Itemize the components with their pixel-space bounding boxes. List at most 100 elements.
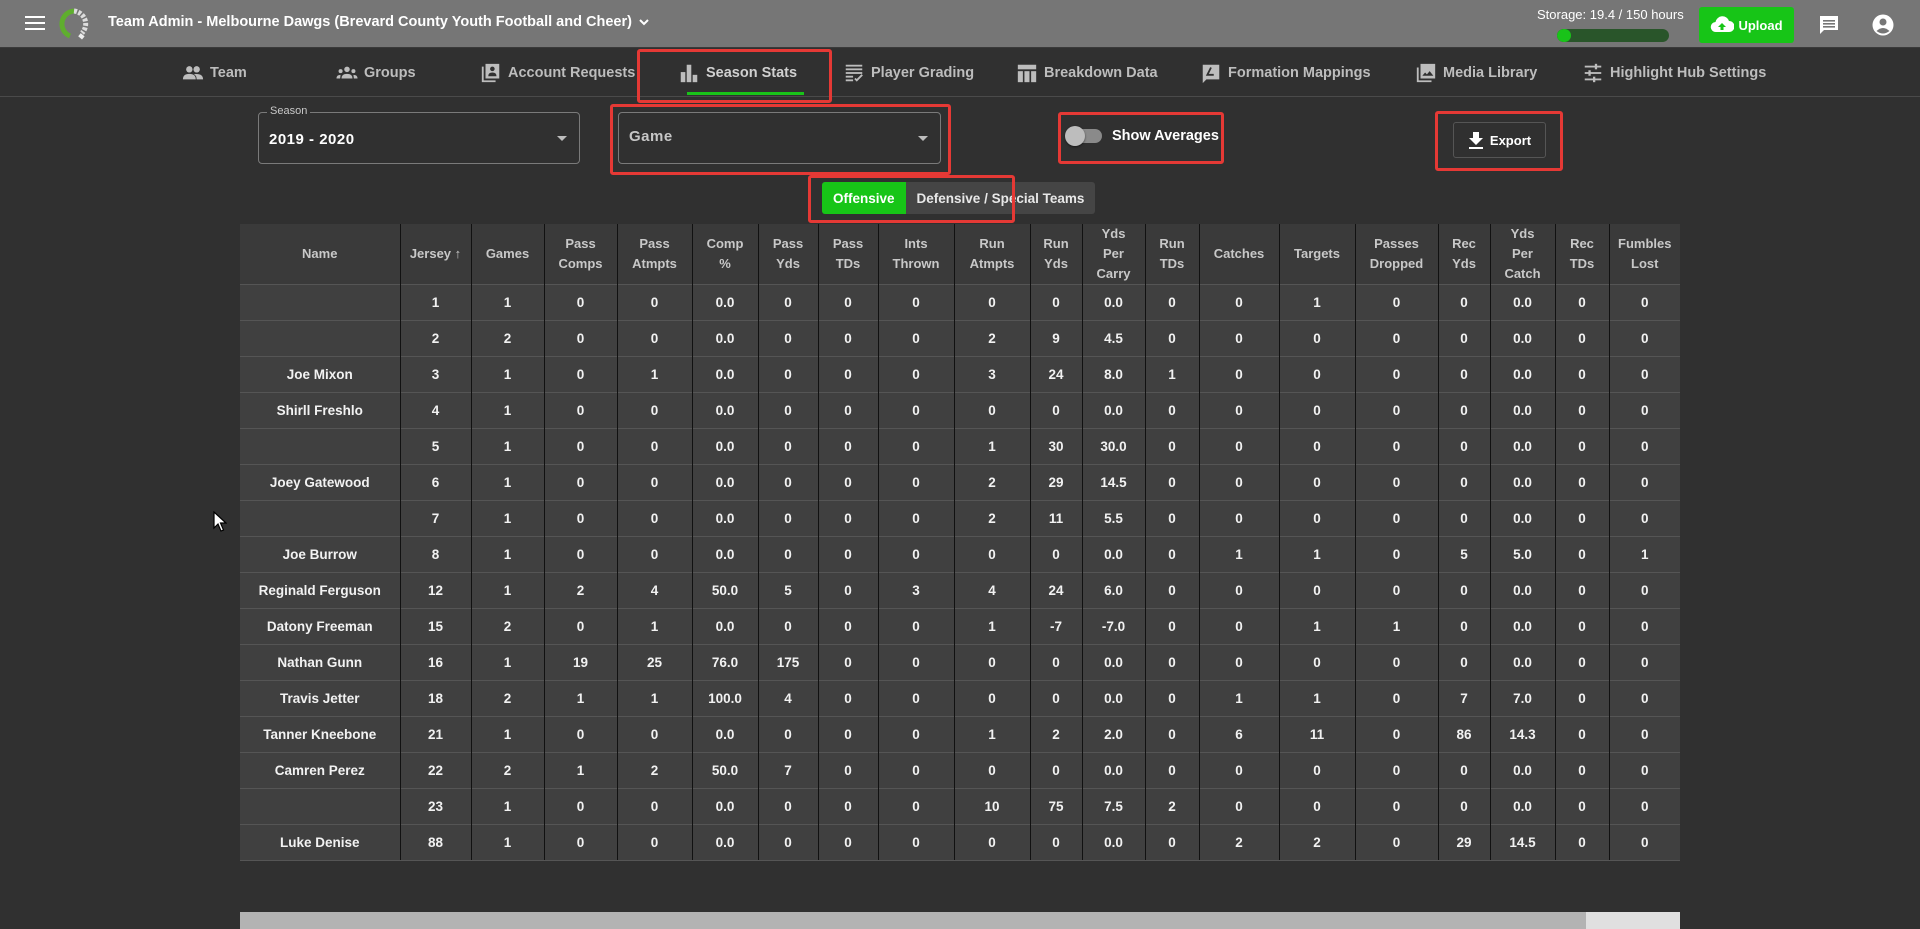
stat-cell: 4 <box>617 572 693 609</box>
table-row[interactable]: Luke Denise 88 1 0 0 0.0 0 0 0 0 0 0.0 0 2 2 0 29 14.5 0 0 <box>240 824 1680 861</box>
column-header[interactable]: Name <box>240 224 401 285</box>
menu-icon[interactable] <box>25 16 45 32</box>
stat-cell: 88 <box>400 824 472 861</box>
stat-cell: 19 <box>544 644 618 681</box>
table-row[interactable]: Joey Gatewood 6 1 0 0 0.0 0 0 0 2 29 14.5 0 0 0 0 0 0.0 0 0 <box>240 464 1680 501</box>
stat-cell: 0 <box>1145 644 1200 681</box>
chat-icon[interactable] <box>1817 13 1841 37</box>
segment-offensive[interactable]: Offensive <box>822 182 906 214</box>
column-header[interactable]: Run TDs <box>1145 224 1200 285</box>
table-row[interactable]: 1 1 0 0 0.0 0 0 0 0 0 0.0 0 0 1 0 0 0.0 0 0 <box>240 284 1680 321</box>
table-row[interactable]: Reginald Ferguson 12 1 2 4 50.0 5 0 3 4 24 6.0 0 0 0 0 0… <box>240 572 1680 609</box>
column-header[interactable]: Run Yds <box>1030 224 1083 285</box>
stat-cell: 0 <box>1609 392 1680 429</box>
contact-page-icon <box>481 63 500 83</box>
column-header[interactable]: Fumbles Lost <box>1609 224 1680 285</box>
toggle-switch[interactable] <box>1065 126 1102 146</box>
table-row[interactable]: Shirll Freshlo 4 1 0 0 0.0 0 0 0 0 0 0.0 0 0 0 0 0 0.0 0 0 <box>240 392 1680 429</box>
column-header[interactable]: Games <box>471 224 545 285</box>
tab-groups[interactable]: Groups <box>336 49 416 97</box>
column-header[interactable]: Rec TDs <box>1555 224 1610 285</box>
table-row[interactable]: Camren Perez 22 2 1 2 50.0 7 0 0 0 0 0.0 0 0 0 0 0 0.0 0 0 <box>240 752 1680 789</box>
team-selector[interactable]: Team Admin - Melbourne Dawgs (Brevard Co… <box>108 14 650 30</box>
show-averages-label: Show Averages <box>1112 128 1219 144</box>
table-row[interactable]: Datony Freeman 15 2 0 1 0.0 0 0 0 1 -7 -7.0 0 0 1 1 0 0.0… <box>240 608 1680 645</box>
segment-defensive-special-teams[interactable]: Defensive / Special Teams <box>906 182 1096 214</box>
column-header-label: Dropped <box>1369 256 1424 271</box>
player-name-cell: Reginald Ferguson <box>240 572 401 609</box>
game-select[interactable]: Game <box>618 112 941 164</box>
horizontal-scrollbar[interactable] <box>240 912 1680 929</box>
table-row[interactable]: 2 2 0 0 0.0 0 0 0 2 9 4.5 0 0 0 0 0 0.0 0 0 <box>240 320 1680 357</box>
tab-highlight-hub-settings[interactable]: Highlight Hub Settings <box>1582 49 1766 97</box>
cloud-upload-icon <box>1711 16 1735 33</box>
column-header[interactable]: Rec Yds <box>1438 224 1491 285</box>
tab-formation-mappings[interactable]: Formation Mappings <box>1200 49 1371 97</box>
storage-label: Storage: 19.4 / 150 hours <box>1537 7 1684 22</box>
stat-cell: 0 <box>1279 320 1356 357</box>
export-button[interactable]: Export <box>1453 122 1546 158</box>
table-row[interactable]: Travis Jetter 18 2 1 1 100.0 4 0 0 0 0 0.0 0 1 1 0 7 7.0 0… <box>240 680 1680 717</box>
stat-cell: 0.0 <box>1082 824 1146 861</box>
column-header[interactable]: Yds Per Catch <box>1490 224 1556 285</box>
column-header[interactable]: Pass Atmpts <box>617 224 693 285</box>
app-logo[interactable] <box>58 8 90 40</box>
stat-cell: 0 <box>1145 680 1200 717</box>
stat-cell: 1 <box>1199 536 1280 573</box>
stat-cell: 0 <box>1555 536 1610 573</box>
stat-cell: 0 <box>878 464 955 501</box>
stat-cell: 0 <box>1030 392 1083 429</box>
stat-cell: 0 <box>878 752 955 789</box>
game-select-placeholder: Game <box>629 128 673 145</box>
stat-cell: 0 <box>1609 500 1680 537</box>
table-row[interactable]: 23 1 0 0 0.0 0 0 0 10 75 7.5 2 0 0 0 0 0.0 0 0 <box>240 788 1680 825</box>
table-row[interactable]: 7 1 0 0 0.0 0 0 0 2 11 5.5 0 0 0 0 0 0.0 0 0 <box>240 500 1680 537</box>
column-header[interactable]: Pass Yds <box>758 224 819 285</box>
column-header-label: Pass <box>565 236 596 251</box>
table-row[interactable]: Nathan Gunn 16 1 19 25 76.0 175 0 0 0 0 0.0 0 0 0 0 0 0.0… <box>240 644 1680 681</box>
tab-breakdown-data[interactable]: Breakdown Data <box>1016 49 1158 97</box>
stat-cell: 0.0 <box>692 464 759 501</box>
stat-cell: 0.0 <box>1490 752 1556 789</box>
show-averages-toggle[interactable]: Show Averages <box>1065 126 1219 146</box>
tab-label: Groups <box>364 65 416 81</box>
stat-cell: 0 <box>544 428 618 465</box>
upload-button[interactable]: Upload <box>1699 7 1794 43</box>
table-row[interactable]: Tanner Kneebone 21 1 0 0 0.0 0 0 0 1 2 2.0 0 6 11 0 86 14… <box>240 716 1680 753</box>
column-header-label: Jersey ↑ <box>409 246 462 261</box>
stat-cell: 0 <box>1279 788 1356 825</box>
column-header[interactable]: Pass Comps <box>544 224 618 285</box>
column-header[interactable]: Comp% <box>692 224 759 285</box>
stat-cell: 1 <box>471 428 545 465</box>
column-header[interactable]: Run Atmpts <box>954 224 1031 285</box>
stat-cell: 0 <box>1145 320 1200 357</box>
season-select[interactable]: Season 2019 - 2020 <box>258 105 580 164</box>
tab-player-grading[interactable]: Player Grading <box>843 49 974 97</box>
stat-cell: 0 <box>1609 608 1680 645</box>
stat-cell: 0 <box>1030 680 1083 717</box>
column-header[interactable]: Pass TDs <box>818 224 879 285</box>
column-header-label: Yds <box>1044 256 1068 271</box>
column-header[interactable]: Passes Dropped <box>1355 224 1439 285</box>
stat-cell: 0 <box>878 608 955 645</box>
table-row[interactable]: Joe Mixon 3 1 0 1 0.0 0 0 0 3 24 8.0 1 0 0 0 0 0.0 0 0 <box>240 356 1680 393</box>
table-row[interactable]: Joe Burrow 8 1 0 0 0.0 0 0 0 0 0 0.0 0 1 1 0 5 5.0 0 1 <box>240 536 1680 573</box>
column-header[interactable]: Yds Per Carry <box>1082 224 1146 285</box>
column-header[interactable]: Jersey ↑ <box>400 224 472 285</box>
stat-cell: 0 <box>818 788 879 825</box>
stat-cell: 0.0 <box>1082 392 1146 429</box>
column-header[interactable]: Targets <box>1279 224 1356 285</box>
tab-media-library[interactable]: Media Library <box>1415 49 1537 97</box>
top-app-bar: Team Admin - Melbourne Dawgs (Brevard Co… <box>0 0 1920 48</box>
column-header[interactable]: Catches <box>1199 224 1280 285</box>
stat-cell: 0 <box>1145 284 1200 321</box>
account-circle-icon[interactable] <box>1871 13 1895 37</box>
column-header-label: Per <box>1103 246 1124 261</box>
tab-account-requests[interactable]: Account Requests <box>480 49 635 97</box>
stat-cell: 0 <box>1555 500 1610 537</box>
table-row[interactable]: 5 1 0 0 0.0 0 0 0 1 30 30.0 0 0 0 0 0 0.0 0 0 <box>240 428 1680 465</box>
scrollbar-thumb[interactable] <box>240 912 1587 929</box>
column-header[interactable]: Ints Thrown <box>878 224 955 285</box>
tab-team[interactable]: Team <box>182 49 247 97</box>
stat-cell: 15 <box>400 608 472 645</box>
